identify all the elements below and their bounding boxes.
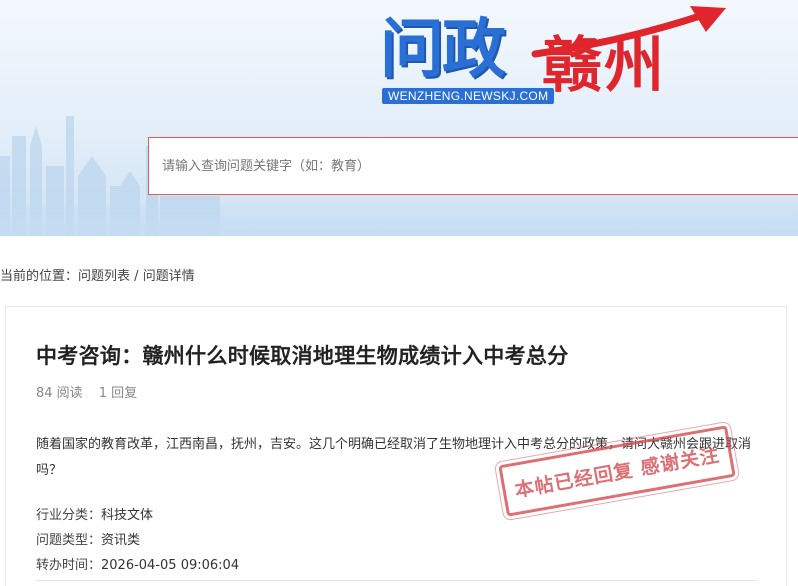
divider [36,580,758,581]
post-meta: 84 阅读 1 回复 [36,382,137,401]
info-value: 2026-04-05 09:06:04 [101,558,240,573]
read-count: 84 阅读 [36,386,83,401]
breadcrumb-question-list[interactable]: 问题列表 [78,269,130,284]
info-label: 行业分类： [36,508,102,523]
logo-wenzheng-text: 问政 [380,13,506,87]
breadcrumb-separator: / [130,269,143,284]
info-row-type: 问题类型：资讯类 [36,528,239,553]
info-value: 资讯类 [101,533,141,548]
info-value: 科技文体 [101,508,154,523]
search-bar[interactable] [148,137,798,195]
breadcrumb: 当前的位置：问题列表 / 问题详情 [0,265,195,284]
breadcrumb-question-detail[interactable]: 问题详情 [143,269,195,284]
site-logo[interactable]: 问政 赣州 WENZHENG.NEWSKJ.COM [380,6,740,116]
post-info: 行业分类：科技文体 问题类型：资讯类 转办时间：2026-04-05 09:06… [36,503,239,578]
post-title: 中考咨询：赣州什么时候取消地理生物成绩计入中考总分 [36,344,569,368]
info-row-transfer-time: 转办时间：2026-04-05 09:06:04 [36,553,239,578]
breadcrumb-prefix: 当前的位置： [0,269,79,284]
reply-count: 1 回复 [98,386,138,401]
header-banner: 问政 赣州 WENZHENG.NEWSKJ.COM [0,0,798,236]
logo-url: WENZHENG.NEWSKJ.COM [382,88,555,104]
info-label: 问题类型： [36,533,102,548]
search-input[interactable] [162,158,798,174]
info-row-category: 行业分类：科技文体 [36,503,239,528]
logo-city-text: 赣州 [542,31,666,101]
post-card: 中考咨询：赣州什么时候取消地理生物成绩计入中考总分 84 阅读 1 回复 随着国家… [5,306,787,586]
info-label: 转办时间： [36,558,102,573]
